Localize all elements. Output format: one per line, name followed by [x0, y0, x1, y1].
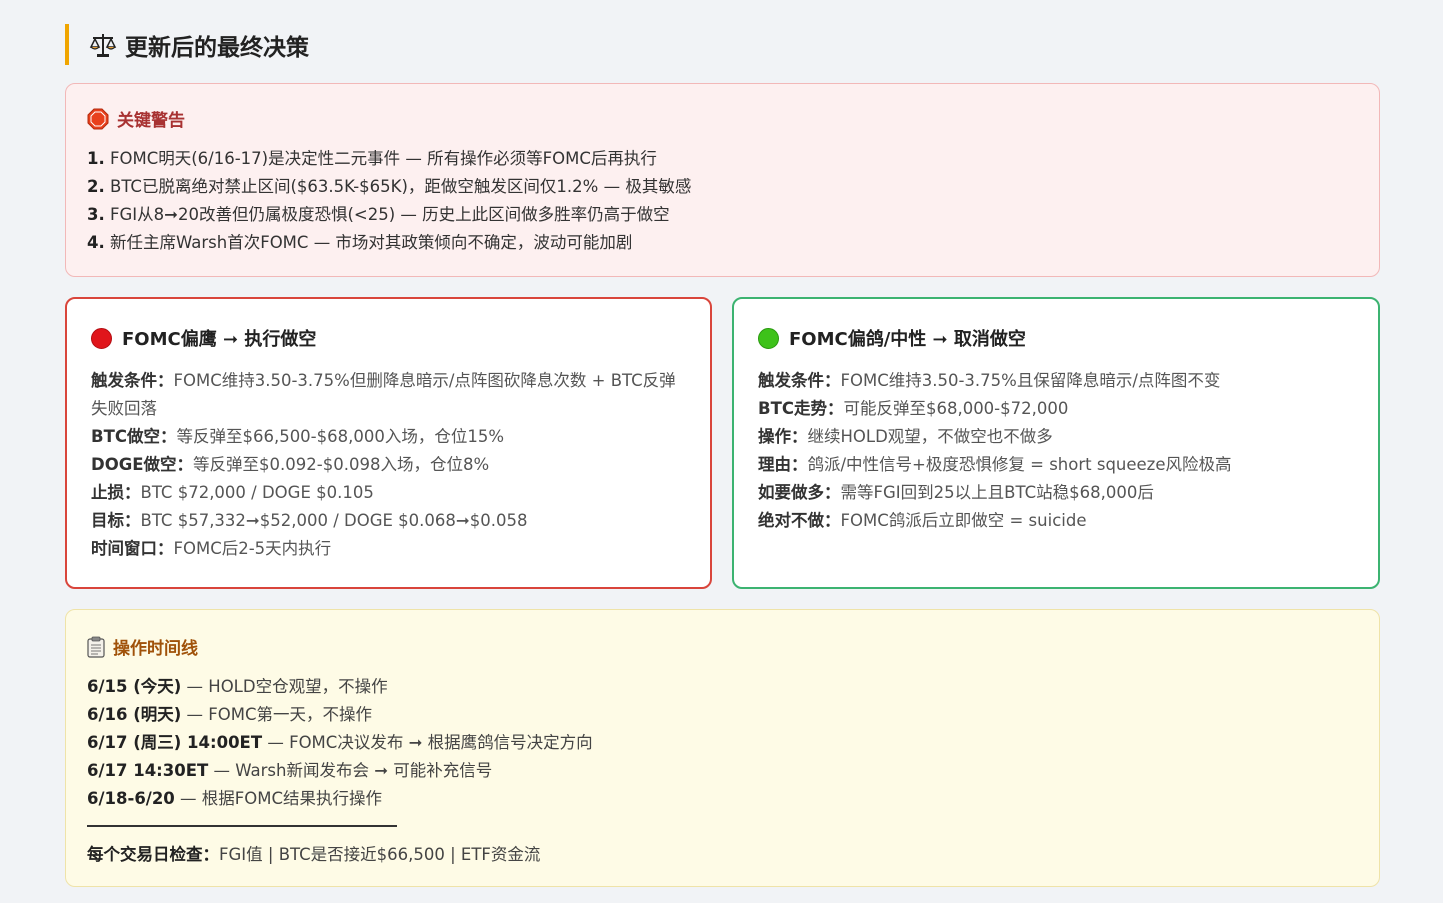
- hawkish-title: FOMC偏鹰 ➞ 执行做空: [122, 329, 317, 350]
- timeline-item: 6/16 (明天) — FOMC第一天，不操作: [87, 705, 373, 724]
- dovish-header: FOMC偏鸽/中性 ➞ 取消做空: [758, 325, 1354, 351]
- dovish-row: 绝对不做：FOMC鸽派后立即做空 = suicide: [758, 511, 1087, 530]
- dovish-title: FOMC偏鸽/中性 ➞ 取消做空: [789, 329, 1026, 350]
- warning-header: 关键警告: [87, 106, 1358, 131]
- warning-item: 1. FOMC明天(6/16-17)是决定性二元事件 — 所有操作必须等FOMC…: [87, 149, 657, 168]
- hawkish-row: BTC做空：等反弹至$66,500-$68,000入场，仓位15%: [91, 427, 505, 446]
- daily-check: 每个交易日检查：FGI值 | BTC是否接近$66,500 | ETF资金流: [87, 845, 541, 864]
- green-circle-icon: [758, 327, 779, 349]
- hawkish-row: 触发条件：FOMC维持3.50-3.75%但删降息暗示/点阵图砍降息次数 + B…: [91, 371, 676, 418]
- warning-title: 关键警告: [117, 111, 185, 131]
- hawkish-scenario-card: FOMC偏鹰 ➞ 执行做空 触发条件：FOMC维持3.50-3.75%但删降息暗…: [65, 297, 712, 589]
- stop-sign-icon: [87, 108, 109, 130]
- hawkish-row: 止损：BTC $72,000 / DOGE $0.105: [91, 483, 374, 502]
- timeline-item: 6/17 (周三) 14:00ET — FOMC决议发布 ➞ 根据鹰鸽信号决定方…: [87, 733, 593, 752]
- hawkish-row: 时间窗口：FOMC后2-5天内执行: [91, 539, 332, 558]
- timeline-item: 6/17 14:30ET — Warsh新闻发布会 ➞ 可能补充信号: [87, 761, 493, 780]
- hawkish-header: FOMC偏鹰 ➞ 执行做空: [91, 325, 686, 351]
- clipboard-icon: [87, 636, 105, 658]
- timeline-item: 6/18-6/20 — 根据FOMC结果执行操作: [87, 789, 383, 808]
- red-circle-icon: [91, 327, 112, 349]
- timeline-item: 6/15 (今天) — HOLD空仓观望，不操作: [87, 677, 388, 696]
- timeline-header: 操作时间线: [87, 634, 1358, 659]
- divider: [87, 825, 397, 827]
- timeline-panel: 操作时间线 6/15 (今天) — HOLD空仓观望，不操作 6/16 (明天)…: [65, 609, 1380, 887]
- page-title: 更新后的最终决策: [125, 34, 309, 61]
- dovish-row: 理由：鸽派/中性信号+极度恐惧修复 = short squeeze风险极高: [758, 455, 1232, 474]
- warning-item: 4. 新任主席Warsh首次FOMC — 市场对其政策倾向不确定，波动可能加剧: [87, 233, 633, 252]
- warning-item: 2. BTC已脱离绝对禁止区间($63.5K-$65K)，距做空触发区间仅1.2…: [87, 177, 692, 196]
- balance-scale-icon: [89, 31, 117, 59]
- page-header: 更新后的最终决策: [65, 24, 309, 65]
- dovish-row: 触发条件：FOMC维持3.50-3.75%且保留降息暗示/点阵图不变: [758, 371, 1221, 390]
- dovish-row: 操作：继续HOLD观望，不做空也不做多: [758, 427, 1053, 446]
- dovish-row: BTC走势：可能反弹至$68,000-$72,000: [758, 399, 1069, 418]
- hawkish-row: 目标：BTC $57,332➞$52,000 / DOGE $0.068➞$0.…: [91, 511, 528, 530]
- warning-item: 3. FGI从8➞20改善但仍属极度恐惧(<25) — 历史上此区间做多胜率仍高…: [87, 205, 670, 224]
- dovish-scenario-card: FOMC偏鸽/中性 ➞ 取消做空 触发条件：FOMC维持3.50-3.75%且保…: [732, 297, 1380, 589]
- timeline-title: 操作时间线: [113, 639, 198, 659]
- warning-panel: 关键警告 1. FOMC明天(6/16-17)是决定性二元事件 — 所有操作必须…: [65, 83, 1380, 277]
- dovish-row: 如要做多：需等FGI回到25以上且BTC站稳$68,000后: [758, 483, 1154, 502]
- hawkish-row: DOGE做空：等反弹至$0.092-$0.098入场，仓位8%: [91, 455, 490, 474]
